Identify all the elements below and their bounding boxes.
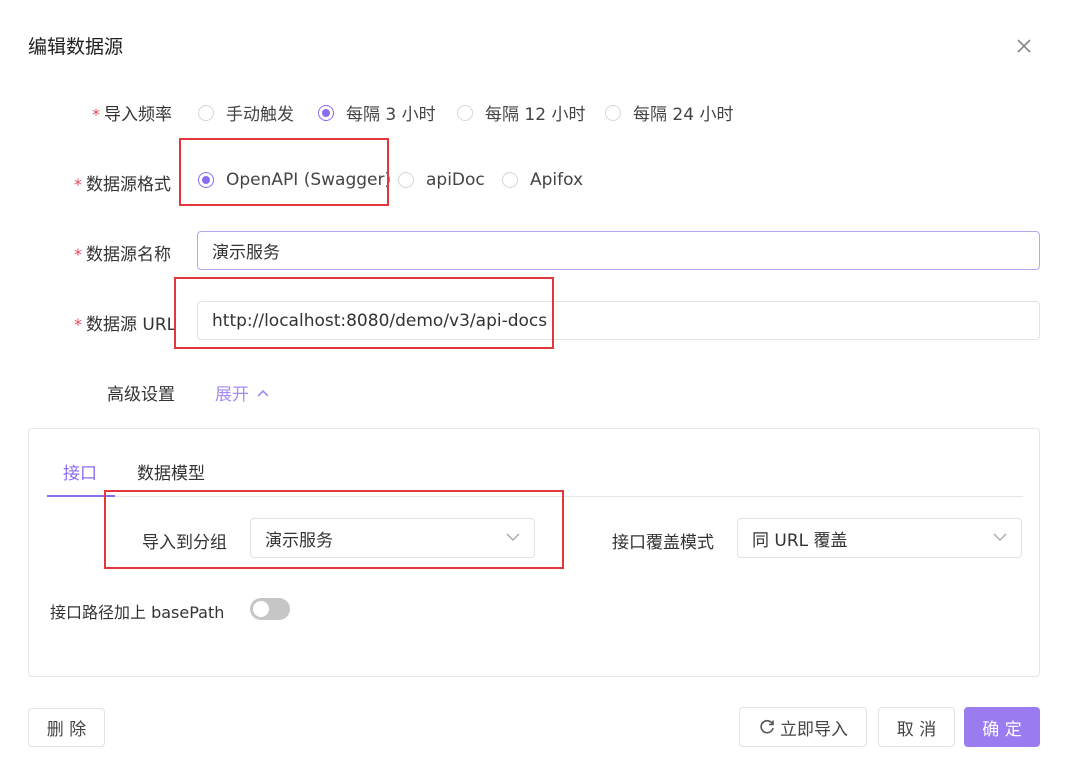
cancel-button[interactable]: 取 消: [878, 707, 955, 747]
radio-circle-icon: [398, 172, 414, 188]
radio-circle-icon: [502, 172, 518, 188]
base-path-label: 接口路径加上 basePath: [50, 603, 225, 622]
radio-circle-icon: [198, 104, 214, 121]
frequency-option-manual[interactable]: 手动触发: [198, 100, 294, 125]
active-tab-indicator: [47, 495, 115, 497]
url-label: * 数据源 URL: [74, 315, 177, 335]
frequency-option-24h[interactable]: 每隔 24 小时: [605, 100, 733, 125]
dialog-title: 编辑数据源: [28, 36, 124, 58]
required-mark: *: [74, 245, 82, 264]
switch-knob: [253, 601, 269, 617]
delete-button[interactable]: 删 除: [28, 708, 105, 747]
frequency-label: * 导入频率: [92, 105, 172, 125]
chevron-up-icon: [257, 389, 269, 397]
edit-datasource-dialog: 编辑数据源 * 导入频率 手动触发 每隔 3 小时 每隔 12 小时 每隔 24 …: [0, 0, 1073, 775]
required-mark: *: [74, 175, 82, 194]
import-group-label: 导入到分组: [142, 533, 227, 553]
datasource-url-input[interactable]: http://localhost:8080/demo/v3/api-docs: [197, 301, 1040, 340]
import-group-select[interactable]: 演示服务: [250, 518, 535, 558]
override-mode-label: 接口覆盖模式: [612, 533, 714, 553]
chevron-down-icon: [506, 533, 520, 541]
advanced-settings-label: 高级设置: [107, 385, 175, 405]
tab-interface[interactable]: 接口: [63, 459, 97, 484]
frequency-option-3h[interactable]: 每隔 3 小时: [318, 100, 436, 125]
format-label: * 数据源格式: [74, 175, 171, 195]
radio-checked-icon: [318, 104, 334, 121]
required-mark: *: [74, 315, 82, 334]
confirm-button[interactable]: 确 定: [964, 707, 1040, 747]
radio-checked-icon: [198, 172, 214, 188]
radio-circle-icon: [605, 104, 621, 121]
tab-data-model[interactable]: 数据模型: [137, 459, 205, 484]
required-mark: *: [92, 105, 100, 124]
format-option-apidoc[interactable]: apiDoc: [398, 170, 485, 190]
expand-advanced-toggle[interactable]: 展开: [215, 380, 269, 405]
radio-circle-icon: [457, 104, 473, 121]
format-option-openapi[interactable]: OpenAPI (Swagger): [198, 170, 391, 190]
datasource-name-input[interactable]: 演示服务: [197, 231, 1040, 270]
import-now-button[interactable]: 立即导入: [739, 707, 867, 747]
name-label: * 数据源名称: [74, 245, 171, 265]
advanced-settings-panel: 接口 数据模型 导入到分组 演示服务 接口覆盖模式 同 URL 覆盖 接口路径加…: [28, 428, 1040, 677]
chevron-down-icon: [993, 533, 1007, 541]
format-option-apifox[interactable]: Apifox: [502, 170, 583, 190]
refresh-icon: [760, 719, 774, 734]
override-mode-select[interactable]: 同 URL 覆盖: [737, 518, 1022, 558]
frequency-option-12h[interactable]: 每隔 12 小时: [457, 100, 585, 125]
base-path-switch[interactable]: [250, 598, 290, 620]
tab-divider: [47, 496, 1023, 497]
close-icon[interactable]: [1012, 34, 1036, 58]
